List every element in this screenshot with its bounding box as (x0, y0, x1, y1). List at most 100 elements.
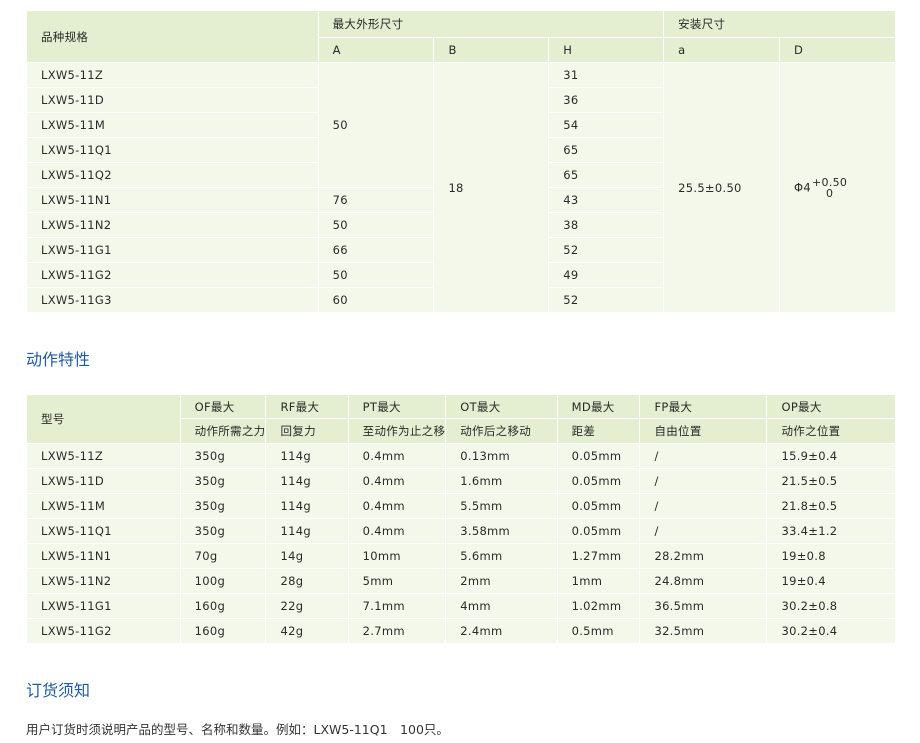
op-cell: 15.9±0.4 (766, 443, 896, 469)
header-col-B: B (433, 37, 550, 63)
op-cell: 21.8±0.5 (766, 493, 896, 519)
dim-A-cell: 50 (317, 212, 435, 238)
model-cell: LXW5-11Z (26, 443, 181, 469)
pt-cell: 0.4mm (347, 518, 447, 544)
dim-H-cell: 54 (548, 112, 665, 138)
model-cell: LXW5-11G3 (26, 287, 319, 313)
dim-A-cell: 60 (317, 287, 435, 313)
header-model-spec: 品种规格 (26, 10, 319, 63)
model-cell: LXW5-11Z (26, 62, 319, 88)
ot-cell: 2.4mm (445, 618, 558, 644)
fp-cell: 24.8mm (639, 568, 768, 594)
op-cell: 30.2±0.8 (766, 593, 896, 619)
header-desc: 动作之位置 (766, 418, 896, 444)
model-cell: LXW5-11G1 (26, 237, 319, 263)
section-title-action: 动作特性 (26, 350, 91, 369)
rf-cell: 28g (265, 568, 349, 594)
table-row: LXW5-11G2 160g 42g 2.7mm 2.4mm 0.5mm 32.5mm 30.… (26, 618, 896, 644)
md-cell: 0.5mm (556, 618, 641, 644)
of-cell: 100g (179, 568, 267, 594)
dim-A-cell: 76 (317, 187, 435, 213)
dimension-spec-table: 品种规格 最大外形尺寸 安装尺寸 A B H a D LXW5-11Z 50 1… (26, 10, 896, 313)
header-col-D: D (779, 37, 896, 63)
header-code: OP最大 (766, 394, 896, 419)
tolerance-lower: 0 (825, 186, 834, 200)
diameter-value: Φ4 (794, 180, 812, 194)
table-row: LXW5-11M 350g 114g 0.4mm 5.5mm 0.05mm/21.8±0.… (26, 493, 896, 519)
fp-cell: / (639, 468, 768, 494)
table-row: LXW5-11D 350g 114g 0.4mm 1.6mm 0.05mm/21.5±0.… (26, 468, 896, 494)
model-cell: LXW5-11N1 (26, 543, 181, 569)
header-code: OF最大 (179, 394, 267, 419)
header-code: MD最大 (556, 394, 641, 419)
model-cell: LXW5-11N2 (26, 212, 319, 238)
ot-cell: 0.13mm (445, 443, 558, 469)
model-cell: LXW5-11G2 (26, 262, 319, 288)
header-code: FP最大 (639, 394, 768, 419)
header-col-A: A (317, 37, 435, 63)
dim-H-cell: 65 (548, 137, 665, 163)
model-cell: LXW5-11G1 (26, 593, 181, 619)
of-cell: 350g (179, 468, 267, 494)
install-D-merged-cell: Φ4+0.50 0 (779, 62, 896, 313)
fp-cell: / (639, 493, 768, 519)
fp-cell: 36.5mm (639, 593, 768, 619)
of-cell: 70g (179, 543, 267, 569)
md-cell: 0.05mm (556, 493, 641, 519)
header-desc: 至动作为止之移 (347, 418, 447, 444)
table-row: LXW5-11Z 50 18 31 25.5±0.50 Φ4+0.50 0 (26, 62, 896, 313)
ot-cell: 2mm (445, 568, 558, 594)
rf-cell: 114g (265, 493, 349, 519)
model-cell: LXW5-11M (26, 112, 319, 138)
dim-A-cell: 66 (317, 237, 435, 263)
md-cell: 0.05mm (556, 518, 641, 544)
op-cell: 19±0.4 (766, 568, 896, 594)
rf-cell: 114g (265, 443, 349, 469)
dim-H-cell: 52 (548, 237, 665, 263)
header-code: OT最大 (445, 394, 558, 419)
fp-cell: / (639, 518, 768, 544)
pt-cell: 0.4mm (347, 468, 447, 494)
header-desc: 自由位置 (639, 418, 768, 444)
action-characteristics-table: 型号 OF最大 RF最大 PT最大 OT最大 MD最大 FP最大 OP最大 动作… (26, 394, 896, 644)
dim-B-merged-cell: 18 (433, 62, 550, 313)
table-row: LXW5-11Z 350g 114g 0.4mm 0.13mm 0.05mm/15.9±0… (26, 443, 896, 469)
header-desc: 距差 (556, 418, 641, 444)
table-row: LXW5-11Q1 350g 114g 0.4mm 3.58mm 0.05mm/33.4±… (26, 518, 896, 544)
model-cell: LXW5-11N2 (26, 568, 181, 594)
op-cell: 19±0.8 (766, 543, 896, 569)
header-desc: 回复力 (265, 418, 349, 444)
pt-cell: 2.7mm (347, 618, 447, 644)
dim-H-cell: 38 (548, 212, 665, 238)
pt-cell: 10mm (347, 543, 447, 569)
op-cell: 33.4±1.2 (766, 518, 896, 544)
install-a-merged-cell: 25.5±0.50 (663, 62, 781, 313)
op-cell: 30.2±0.4 (766, 618, 896, 644)
rf-cell: 114g (265, 518, 349, 544)
ot-cell: 1.6mm (445, 468, 558, 494)
header-max-dimensions: 最大外形尺寸 (317, 10, 665, 38)
model-cell: LXW5-11D (26, 468, 181, 494)
header-install-dimensions: 安装尺寸 (663, 10, 896, 38)
section-title-order: 订货须知 (26, 681, 91, 700)
header-model: 型号 (26, 394, 181, 444)
header-col-H: H (548, 37, 665, 63)
header-code: RF最大 (265, 394, 349, 419)
fp-cell: 32.5mm (639, 618, 768, 644)
model-cell: LXW5-11G2 (26, 618, 181, 644)
dim-A-cell: 50 (317, 262, 435, 288)
model-cell: LXW5-11Q1 (26, 518, 181, 544)
md-cell: 1mm (556, 568, 641, 594)
pt-cell: 0.4mm (347, 443, 447, 469)
ot-cell: 5.6mm (445, 543, 558, 569)
ot-cell: 4mm (445, 593, 558, 619)
rf-cell: 42g (265, 618, 349, 644)
ot-cell: 5.5mm (445, 493, 558, 519)
pt-cell: 0.4mm (347, 493, 447, 519)
rf-cell: 22g (265, 593, 349, 619)
rf-cell: 114g (265, 468, 349, 494)
of-cell: 160g (179, 618, 267, 644)
md-cell: 0.05mm (556, 443, 641, 469)
model-cell: LXW5-11Q1 (26, 137, 319, 163)
model-cell: LXW5-11Q2 (26, 162, 319, 188)
